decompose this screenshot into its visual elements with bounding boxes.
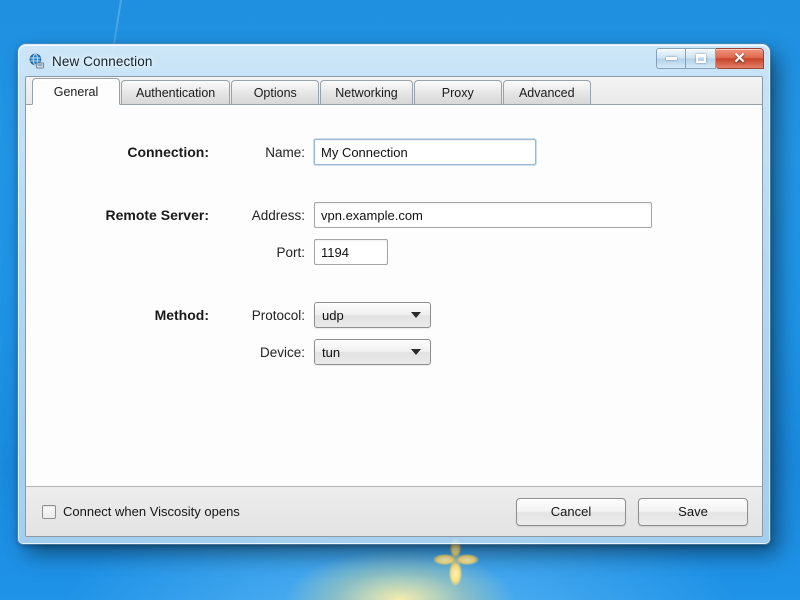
protocol-value: udp (322, 307, 344, 323)
window-client-area: General Authentication Options Networkin… (25, 76, 763, 537)
maximize-button[interactable] (686, 48, 716, 69)
tab-general[interactable]: General (32, 78, 120, 105)
remote-port-row: Port: 1194 (26, 239, 762, 265)
remote-port-value: 1194 (321, 244, 349, 260)
connection-name-row: Connection: Name: My Connection (26, 139, 762, 165)
maximize-icon (695, 54, 706, 63)
window-controls: ✕ (656, 48, 764, 70)
method-protocol-row: Method: Protocol: udp (26, 302, 762, 328)
remote-address-value: vpn.example.com (321, 207, 423, 223)
minimize-icon (665, 57, 677, 60)
checkbox-icon[interactable] (42, 504, 56, 519)
network-globe-icon (28, 53, 45, 70)
save-button[interactable]: Save (638, 497, 748, 526)
tab-proxy[interactable]: Proxy (413, 80, 502, 104)
method-group-label: Method: (154, 307, 209, 323)
row-spacer (26, 276, 762, 302)
chevron-down-icon (411, 312, 421, 318)
tab-label: Options (253, 85, 297, 100)
cancel-button[interactable]: Cancel (516, 497, 626, 526)
device-dropdown[interactable]: tun (314, 339, 431, 365)
address-label: Address: (251, 207, 305, 223)
cancel-button-label: Cancel (550, 504, 592, 519)
port-label: Port: (276, 244, 305, 260)
device-label: Device: (259, 344, 305, 360)
tab-authentication[interactable]: Authentication (121, 80, 231, 104)
connection-name-value: My Connection (321, 144, 408, 160)
chevron-down-icon (411, 349, 421, 355)
minimize-button[interactable] (656, 48, 686, 69)
name-label: Name: (265, 144, 305, 160)
tab-label: Advanced (518, 85, 575, 100)
close-icon: ✕ (733, 50, 746, 67)
connection-group-label: Connection: (127, 144, 209, 160)
tab-label: General (53, 84, 99, 99)
tab-options[interactable]: Options (231, 80, 320, 104)
tab-label: Networking (335, 85, 398, 100)
connect-on-open-checkbox[interactable]: Connect when Viscosity opens (42, 504, 240, 519)
tab-label: Proxy (441, 85, 474, 100)
remote-address-input[interactable]: vpn.example.com (314, 202, 652, 228)
tab-strip: General Authentication Options Networkin… (26, 77, 762, 105)
close-button[interactable]: ✕ (716, 48, 764, 69)
protocol-dropdown[interactable]: udp (314, 302, 431, 328)
new-connection-window: New Connection ✕ General Authentication … (18, 44, 770, 544)
connect-on-open-label: Connect when Viscosity opens (63, 504, 240, 519)
tab-advanced[interactable]: Advanced (502, 80, 591, 104)
row-spacer (26, 176, 762, 202)
window-title: New Connection (52, 53, 153, 69)
method-device-row: Device: tun (26, 339, 762, 365)
footer-button-group: Cancel Save (516, 497, 748, 526)
protocol-label: Protocol: (251, 307, 305, 323)
tab-label: Authentication (136, 85, 216, 100)
device-value: tun (322, 344, 341, 360)
window-titlebar[interactable]: New Connection ✕ (20, 46, 768, 76)
connection-name-input[interactable]: My Connection (314, 139, 536, 165)
save-button-label: Save (678, 504, 708, 519)
general-tab-page: Connection: Name: My Connection Remote S… (26, 105, 762, 486)
tab-networking[interactable]: Networking (320, 80, 413, 104)
dialog-footer: Connect when Viscosity opens Cancel Save (26, 486, 762, 536)
remote-server-group-label: Remote Server: (105, 207, 210, 223)
remote-port-input[interactable]: 1194 (314, 239, 388, 265)
remote-address-row: Remote Server: Address: vpn.example.com (26, 202, 762, 228)
light-burst-sparkle-icon (433, 538, 479, 586)
